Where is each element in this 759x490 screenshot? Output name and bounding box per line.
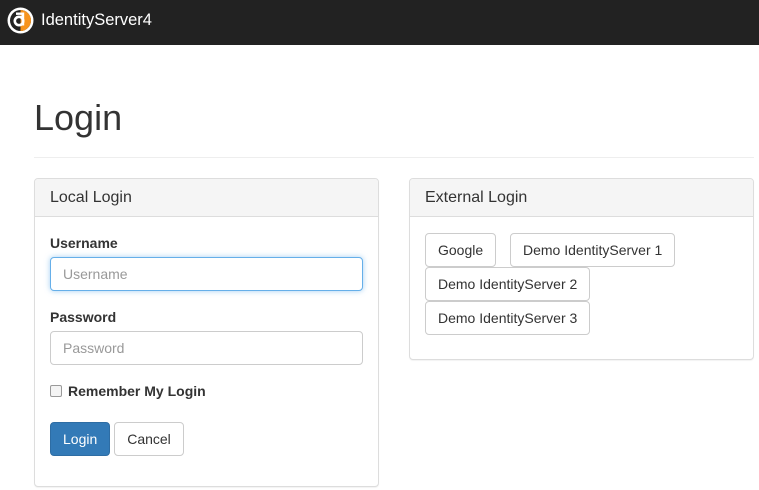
external-provider-demo-3-button[interactable]: Demo IdentityServer 3	[425, 301, 590, 335]
external-provider-google-button[interactable]: Google	[425, 233, 496, 267]
local-login-heading: Local Login	[35, 179, 378, 217]
password-input[interactable]	[50, 331, 363, 365]
external-login-heading: External Login	[410, 179, 753, 217]
brand-link[interactable]: IdentityServer4	[7, 6, 152, 34]
username-input[interactable]	[50, 257, 363, 291]
password-label: Password	[50, 309, 117, 325]
login-button[interactable]: Login	[50, 422, 110, 456]
brand-text: IdentityServer4	[41, 11, 152, 29]
identityserver-logo-icon	[7, 7, 34, 33]
page-title: Login	[34, 97, 123, 138]
remember-label[interactable]: Remember My Login	[68, 383, 206, 399]
external-login-panel: External Login Google Demo IdentityServe…	[409, 178, 754, 360]
external-provider-demo-2-button[interactable]: Demo IdentityServer 2	[425, 267, 590, 301]
remember-checkbox[interactable]	[50, 385, 62, 397]
external-provider-demo-1-button[interactable]: Demo IdentityServer 1	[510, 233, 675, 267]
navbar: IdentityServer4	[0, 0, 759, 45]
cancel-button[interactable]: Cancel	[114, 422, 184, 456]
username-label: Username	[50, 235, 118, 251]
local-login-panel: Local Login Username Password Remember M…	[34, 178, 379, 487]
remember-row: Remember My Login	[50, 383, 206, 399]
divider	[34, 157, 754, 158]
